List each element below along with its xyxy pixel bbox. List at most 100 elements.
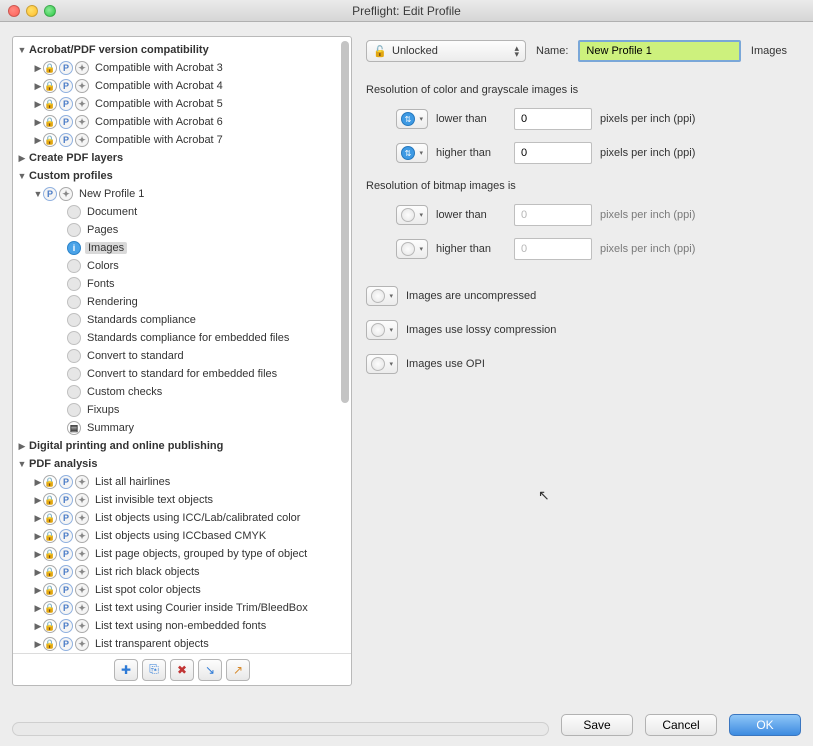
- tree-item[interactable]: ▶🔒P✦List transparent objects: [17, 635, 349, 653]
- tree-item[interactable]: ▶🔒P✦Compatible with Acrobat 4: [17, 77, 349, 95]
- disclosure-triangle-icon[interactable]: ▶: [33, 639, 43, 650]
- disclosure-triangle-icon[interactable]: ▶: [33, 603, 43, 614]
- tree-item[interactable]: Standards compliance for embedded files: [17, 329, 349, 347]
- export-profile-button[interactable]: ↗: [226, 659, 250, 681]
- disclosure-triangle-icon[interactable]: ▶: [33, 495, 43, 506]
- disclosure-triangle-icon[interactable]: ▶: [33, 531, 43, 542]
- tree-item[interactable]: ▤Summary: [17, 419, 349, 437]
- dot-icon: [67, 367, 81, 381]
- gear-icon: ✦: [75, 583, 89, 597]
- save-button[interactable]: Save: [561, 714, 633, 736]
- severity-select-uncompressed[interactable]: ▾: [366, 286, 398, 306]
- cancel-button[interactable]: Cancel: [645, 714, 717, 736]
- disclosure-triangle-icon[interactable]: ▶: [33, 99, 43, 110]
- tree-item[interactable]: Colors: [17, 257, 349, 275]
- disclosure-triangle-icon[interactable]: ▶: [17, 153, 27, 164]
- severity-select-opi[interactable]: ▾: [366, 354, 398, 374]
- disclosure-triangle-icon[interactable]: ▼: [33, 189, 43, 199]
- tree-item[interactable]: Pages: [17, 221, 349, 239]
- disclosure-triangle-icon[interactable]: ▶: [33, 549, 43, 560]
- disclosure-triangle-icon[interactable]: ▼: [17, 171, 27, 181]
- disclosure-triangle-icon[interactable]: ▶: [33, 63, 43, 74]
- higher-than-bitmap-input[interactable]: [514, 238, 592, 260]
- dot-icon: [67, 205, 81, 219]
- tree-item[interactable]: ▶🔒P✦List text using Courier inside Trim/…: [17, 599, 349, 617]
- profile-icon: P: [59, 601, 73, 615]
- lock-icon: 🔒: [43, 97, 57, 111]
- tree-group-create-layers[interactable]: ▶ Create PDF layers: [17, 149, 349, 167]
- check-label: Images use lossy compression: [406, 324, 556, 336]
- disclosure-triangle-icon[interactable]: ▶: [33, 117, 43, 128]
- tree-item-new-profile[interactable]: ▼P✦New Profile 1: [17, 185, 349, 203]
- profile-icon: P: [59, 637, 73, 651]
- disclosure-triangle-icon[interactable]: ▶: [33, 477, 43, 488]
- tree-item-images[interactable]: iImages: [17, 239, 349, 257]
- tree-item[interactable]: ▶🔒P✦Compatible with Acrobat 5: [17, 95, 349, 113]
- lock-status-select[interactable]: 🔓 Unlocked ▴▾: [366, 40, 526, 62]
- tree-group-digital-printing[interactable]: ▶ Digital printing and online publishing: [17, 437, 349, 455]
- chevron-down-icon: ▾: [419, 245, 423, 253]
- tree-item[interactable]: Custom checks: [17, 383, 349, 401]
- gear-icon: ✦: [75, 619, 89, 633]
- disclosure-triangle-icon[interactable]: ▶: [33, 513, 43, 524]
- tree-item[interactable]: Fonts: [17, 275, 349, 293]
- disclosure-triangle-icon[interactable]: ▶: [33, 585, 43, 596]
- severity-select-higher-color[interactable]: ▾: [396, 143, 428, 163]
- tree-item[interactable]: ▶🔒P✦List invisible text objects: [17, 491, 349, 509]
- tree-item[interactable]: ▶🔒P✦List rich black objects: [17, 563, 349, 581]
- unit-label: pixels per inch (ppi): [600, 243, 695, 255]
- severity-icon: [401, 208, 415, 222]
- tree-item[interactable]: Convert to standard: [17, 347, 349, 365]
- tree-group-pdf-analysis[interactable]: ▼ PDF analysis: [17, 455, 349, 473]
- tree-item[interactable]: Rendering: [17, 293, 349, 311]
- delete-profile-button[interactable]: ✖: [170, 659, 194, 681]
- dot-icon: [67, 277, 81, 291]
- lock-icon: 🔒: [43, 637, 57, 651]
- lower-than-bitmap-input[interactable]: [514, 204, 592, 226]
- ok-button[interactable]: OK: [729, 714, 801, 736]
- tree-item[interactable]: ▶🔒P✦List all hairlines: [17, 473, 349, 491]
- gear-icon: ✦: [75, 475, 89, 489]
- tree-item[interactable]: ▶🔒P✦Compatible with Acrobat 3: [17, 59, 349, 77]
- cursor-icon: ↖: [538, 487, 550, 504]
- gear-icon: ✦: [75, 115, 89, 129]
- tree-item[interactable]: ▶🔒P✦List spot color objects: [17, 581, 349, 599]
- tree-item[interactable]: Fixups: [17, 401, 349, 419]
- severity-select-lower-color[interactable]: ▾: [396, 109, 428, 129]
- severity-select-higher-bitmap[interactable]: ▾: [396, 239, 428, 259]
- tree-item[interactable]: Document: [17, 203, 349, 221]
- tree-item[interactable]: ▶🔒P✦List objects using ICC/Lab/calibrate…: [17, 509, 349, 527]
- gear-icon: ✦: [75, 61, 89, 75]
- profile-tree[interactable]: ▼ Acrobat/PDF version compatibility ▶🔒P✦…: [13, 37, 351, 653]
- disclosure-triangle-icon[interactable]: ▶: [17, 441, 27, 452]
- tree-group-custom-profiles[interactable]: ▼ Custom profiles: [17, 167, 349, 185]
- tree-item[interactable]: Convert to standard for embedded files: [17, 365, 349, 383]
- tree-item[interactable]: ▶🔒P✦Compatible with Acrobat 6: [17, 113, 349, 131]
- horizontal-scrollbar[interactable]: [12, 722, 549, 736]
- lock-icon: 🔒: [43, 115, 57, 129]
- disclosure-triangle-icon[interactable]: ▶: [33, 135, 43, 146]
- import-profile-button[interactable]: ↘: [198, 659, 222, 681]
- add-profile-button[interactable]: ✚: [114, 659, 138, 681]
- disclosure-triangle-icon[interactable]: ▼: [17, 45, 27, 55]
- disclosure-triangle-icon[interactable]: ▶: [33, 567, 43, 578]
- lower-than-color-input[interactable]: [514, 108, 592, 130]
- disclosure-triangle-icon[interactable]: ▼: [17, 459, 27, 469]
- profile-icon: P: [59, 475, 73, 489]
- tree-item[interactable]: Standards compliance: [17, 311, 349, 329]
- disclosure-triangle-icon[interactable]: ▶: [33, 81, 43, 92]
- profile-name-input[interactable]: [578, 40, 741, 62]
- duplicate-profile-button[interactable]: ⎘: [142, 659, 166, 681]
- tree-item[interactable]: ▶🔒P✦List objects using ICCbased CMYK: [17, 527, 349, 545]
- severity-select-lower-bitmap[interactable]: ▾: [396, 205, 428, 225]
- tree-item[interactable]: ▶🔒P✦List text using non-embedded fonts: [17, 617, 349, 635]
- tree-group-acrobat-compat[interactable]: ▼ Acrobat/PDF version compatibility: [17, 41, 349, 59]
- scrollbar-thumb[interactable]: [341, 41, 349, 403]
- tree-item[interactable]: ▶🔒P✦Compatible with Acrobat 7: [17, 131, 349, 149]
- higher-than-color-input[interactable]: [514, 142, 592, 164]
- scrollbar[interactable]: [341, 41, 349, 645]
- profile-icon: P: [59, 511, 73, 525]
- tree-item[interactable]: ▶🔒P✦List page objects, grouped by type o…: [17, 545, 349, 563]
- severity-select-lossy[interactable]: ▾: [366, 320, 398, 340]
- disclosure-triangle-icon[interactable]: ▶: [33, 621, 43, 632]
